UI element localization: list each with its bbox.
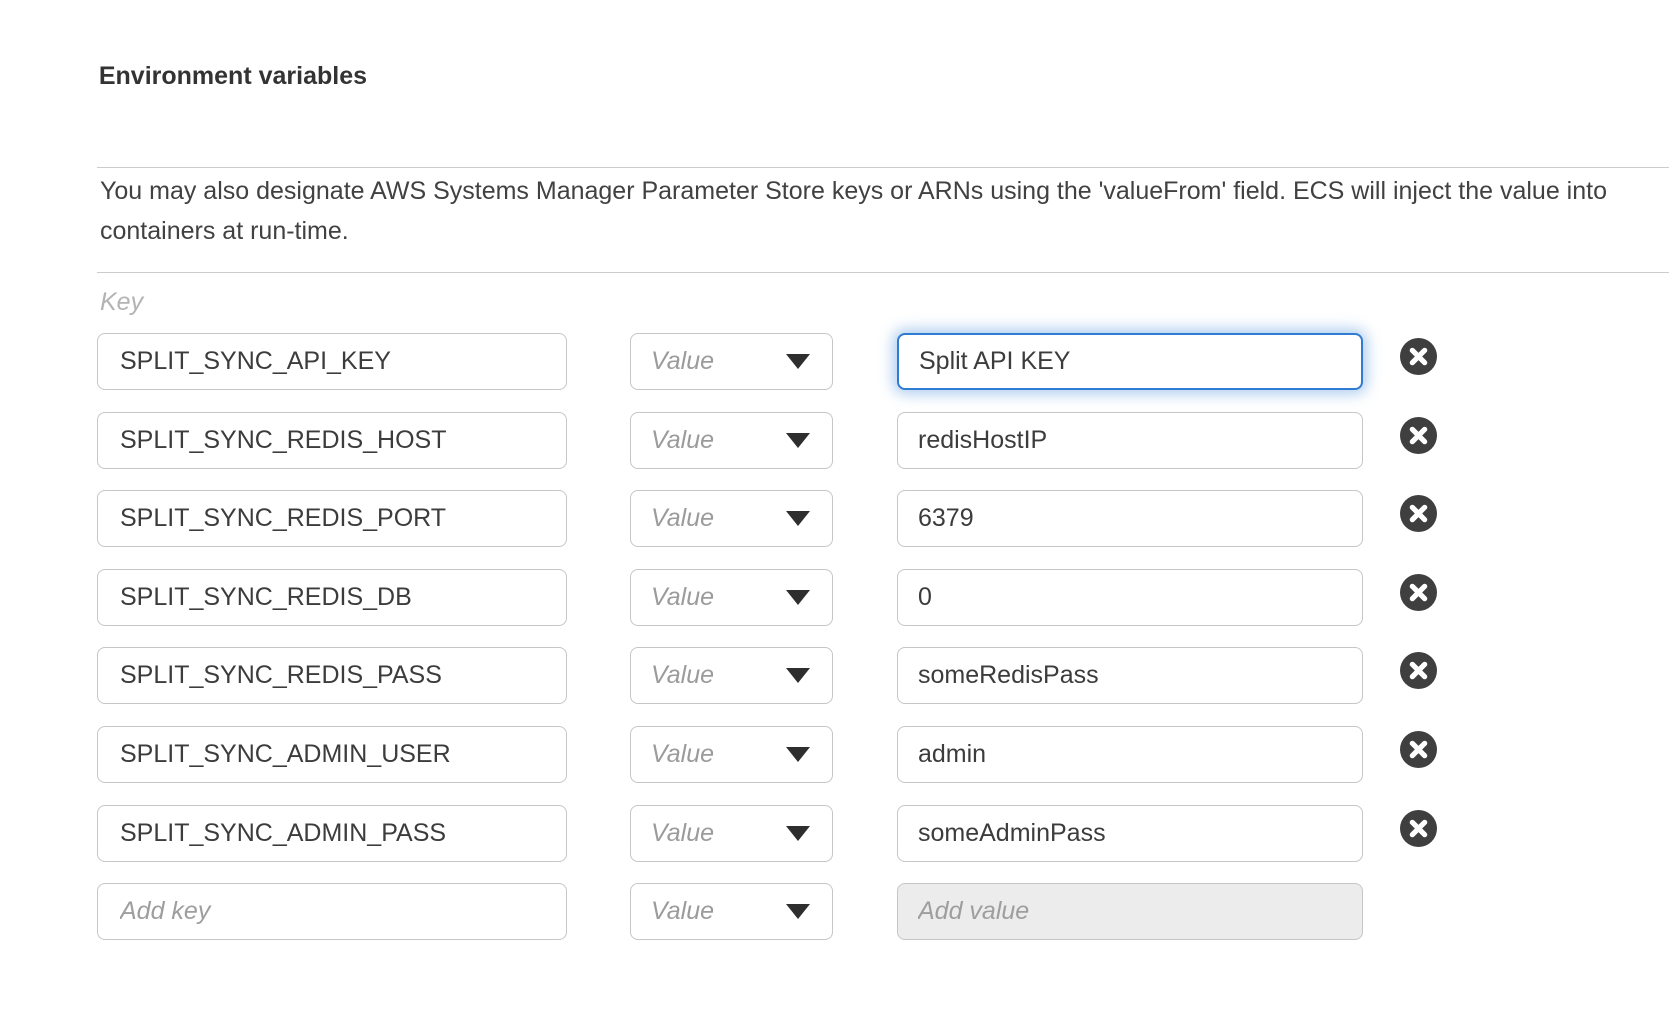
caret-down-icon bbox=[786, 433, 810, 448]
env-var-row: Value bbox=[0, 569, 1678, 626]
value-input[interactable] bbox=[897, 726, 1363, 783]
key-input[interactable] bbox=[97, 726, 567, 783]
caret-down-icon bbox=[786, 826, 810, 841]
caret-down-icon bbox=[786, 511, 810, 526]
value-type-dropdown[interactable]: Value bbox=[630, 490, 833, 547]
key-input[interactable] bbox=[97, 569, 567, 626]
env-var-row: Value bbox=[0, 726, 1678, 783]
circle-x-icon bbox=[1400, 338, 1437, 375]
value-type-label: Value bbox=[651, 740, 714, 769]
key-input[interactable] bbox=[97, 647, 567, 704]
add-key-input[interactable] bbox=[97, 883, 567, 940]
caret-down-icon bbox=[786, 668, 810, 683]
env-var-add-row: Value bbox=[0, 883, 1678, 940]
value-type-label: Value bbox=[651, 583, 714, 612]
env-var-row: Value bbox=[0, 647, 1678, 704]
remove-row-button[interactable] bbox=[1400, 417, 1437, 454]
remove-row-button[interactable] bbox=[1400, 495, 1437, 532]
value-type-label: Value bbox=[651, 426, 714, 455]
key-input[interactable] bbox=[97, 805, 567, 862]
env-var-rows: Value Value Value Va bbox=[0, 333, 1678, 940]
add-value-input[interactable] bbox=[897, 883, 1363, 940]
value-type-label: Value bbox=[651, 347, 714, 376]
form-description: You may also designate AWS Systems Manag… bbox=[100, 171, 1642, 251]
env-var-row: Value bbox=[0, 333, 1678, 390]
value-type-dropdown[interactable]: Value bbox=[630, 805, 833, 862]
value-type-dropdown[interactable]: Value bbox=[630, 333, 833, 390]
value-type-label: Value bbox=[651, 504, 714, 533]
env-var-row: Value bbox=[0, 805, 1678, 862]
value-input[interactable] bbox=[897, 490, 1363, 547]
key-input[interactable] bbox=[97, 490, 567, 547]
env-var-row: Value bbox=[0, 490, 1678, 547]
circle-x-icon bbox=[1400, 652, 1437, 689]
circle-x-icon bbox=[1400, 417, 1437, 454]
caret-down-icon bbox=[786, 747, 810, 762]
caret-down-icon bbox=[786, 590, 810, 605]
value-type-label: Value bbox=[651, 819, 714, 848]
circle-x-icon bbox=[1400, 574, 1437, 611]
circle-x-icon bbox=[1400, 810, 1437, 847]
key-input[interactable] bbox=[97, 333, 567, 390]
divider bbox=[97, 272, 1669, 273]
remove-row-button[interactable] bbox=[1400, 338, 1437, 375]
divider bbox=[97, 167, 1669, 168]
value-input[interactable] bbox=[897, 333, 1363, 390]
value-type-dropdown[interactable]: Value bbox=[630, 647, 833, 704]
value-input[interactable] bbox=[897, 647, 1363, 704]
value-input[interactable] bbox=[897, 569, 1363, 626]
remove-row-button[interactable] bbox=[1400, 731, 1437, 768]
caret-down-icon bbox=[786, 904, 810, 919]
value-input[interactable] bbox=[897, 412, 1363, 469]
value-type-dropdown[interactable]: Value bbox=[630, 412, 833, 469]
remove-row-button[interactable] bbox=[1400, 652, 1437, 689]
value-input[interactable] bbox=[897, 805, 1363, 862]
env-var-row: Value bbox=[0, 412, 1678, 469]
environment-variables-label: Environment variables bbox=[97, 56, 367, 97]
key-column-header: Key bbox=[100, 288, 143, 317]
circle-x-icon bbox=[1400, 731, 1437, 768]
caret-down-icon bbox=[786, 354, 810, 369]
value-type-label: Value bbox=[651, 897, 714, 926]
value-type-dropdown[interactable]: Value bbox=[630, 569, 833, 626]
remove-row-button[interactable] bbox=[1400, 574, 1437, 611]
key-input[interactable] bbox=[97, 412, 567, 469]
value-type-dropdown[interactable]: Value bbox=[630, 726, 833, 783]
value-type-label: Value bbox=[651, 661, 714, 690]
circle-x-icon bbox=[1400, 495, 1437, 532]
remove-row-button[interactable] bbox=[1400, 810, 1437, 847]
value-type-dropdown[interactable]: Value bbox=[630, 883, 833, 940]
